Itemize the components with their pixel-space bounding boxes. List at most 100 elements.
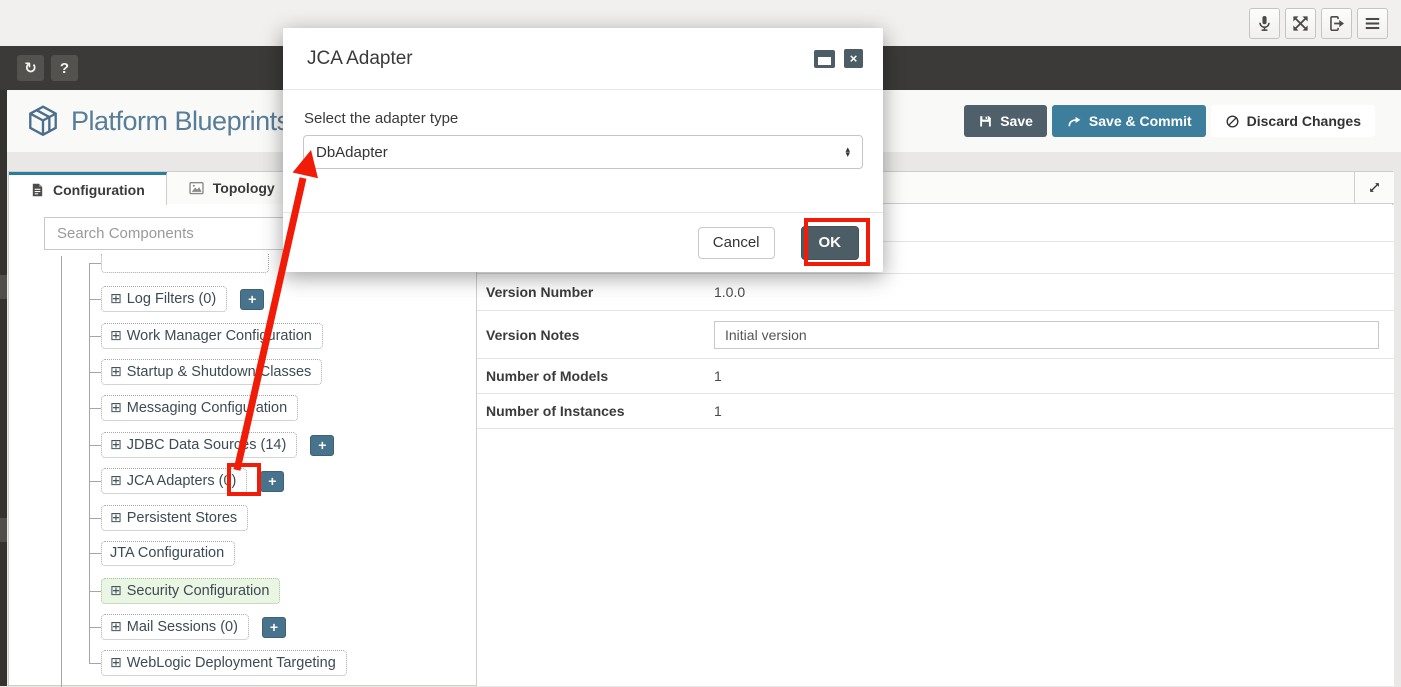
collapsed-sidebar-strip[interactable] <box>0 90 7 686</box>
tree-item-log-filters[interactable]: ⊞ Log Filters (0) + <box>89 286 265 312</box>
tree-trunk-line <box>61 256 62 687</box>
fullscreen-icon <box>1293 15 1308 31</box>
adapter-type-selected-value: DbAdapter <box>316 143 388 161</box>
tab-topology[interactable]: Topology <box>166 172 297 204</box>
tab-topology-label: Topology <box>212 180 275 196</box>
tree-item-box[interactable]: ⊞ WebLogic Deployment Targeting <box>101 650 347 676</box>
expand-box-icon: ⊞ <box>110 327 122 343</box>
field-label: Version Number <box>486 284 594 300</box>
tree-item-box[interactable]: ⊞ Mail Sessions (0) <box>101 614 249 640</box>
add-log-filter-button[interactable]: + <box>240 288 265 310</box>
discard-icon <box>1226 115 1239 127</box>
tree-item-jdbc-data-sources[interactable]: ⊞ JDBC Data Sources (14) + <box>89 432 335 458</box>
expand-box-icon: ⊞ <box>110 509 122 525</box>
detail-row-number-of-models: Number of Models 1 <box>477 359 1394 394</box>
expand-box-icon: ⊞ <box>110 290 122 306</box>
tree-item-box[interactable]: ⊞ JCA Adapters (0) <box>101 468 248 494</box>
save-commit-button-label: Save & Commit <box>1088 113 1192 129</box>
tree-item-box[interactable]: ⊞ Work Manager Configuration <box>101 323 323 349</box>
tree-connector <box>89 263 101 264</box>
cancel-button[interactable]: Cancel <box>697 226 775 259</box>
field-label: Version Notes <box>486 326 580 343</box>
details-panel: Version Number 1.0.0 Version Notes Numbe… <box>477 205 1394 686</box>
maximize-window-icon[interactable] <box>814 49 835 68</box>
tree-item-jta-configuration[interactable]: JTA Configuration <box>89 541 236 566</box>
tree-connector <box>89 480 101 482</box>
tree-item-work-manager-configuration[interactable]: ⊞ Work Manager Configuration <box>89 323 323 349</box>
header-actions: Save Save & Commit Discard Changes <box>959 105 1375 137</box>
tree-item-box-selected[interactable]: ⊞ Security Configuration <box>101 578 281 604</box>
discard-changes-button[interactable]: Discard Changes <box>1210 105 1375 137</box>
field-label: Number of Models <box>486 368 609 384</box>
tree-item-security-configuration[interactable]: ⊞ Security Configuration <box>89 578 281 604</box>
tree-connector <box>89 444 101 446</box>
field-value: 1 <box>714 368 722 384</box>
tree-item-clipped[interactable]: ▾ <box>89 254 290 273</box>
image-icon <box>189 181 204 194</box>
expand-diagonal-icon <box>1370 183 1379 192</box>
save-commit-button[interactable]: Save & Commit <box>1051 105 1206 137</box>
tree-item-box[interactable] <box>101 254 269 273</box>
tab-configuration[interactable]: Configuration <box>9 172 167 205</box>
dialog-footer: Cancel OK <box>283 212 883 272</box>
ok-button[interactable]: OK <box>800 225 859 260</box>
add-jdbc-data-source-button[interactable]: + <box>310 434 335 456</box>
expand-box-icon: ⊞ <box>110 363 122 379</box>
fullscreen-button[interactable] <box>1285 7 1316 39</box>
blueprint-cube-icon <box>29 105 57 137</box>
tree-item-mail-sessions[interactable]: ⊞ Mail Sessions (0) + <box>89 614 286 640</box>
close-icon[interactable]: × <box>844 49 863 68</box>
tree-item-startup-shutdown-classes[interactable]: ⊞ Startup & Shutdown Classes <box>89 359 323 385</box>
expand-box-icon: ⊞ <box>110 654 122 670</box>
tree-connector <box>89 407 101 409</box>
version-notes-input[interactable] <box>714 320 1379 349</box>
field-label: Number of Instances <box>486 403 625 419</box>
expand-box-icon: ⊞ <box>110 618 122 634</box>
tree-item-box[interactable]: ⊞ Log Filters (0) <box>101 286 228 312</box>
commit-arrow-icon <box>1068 116 1081 126</box>
tab-configuration-label: Configuration <box>53 182 145 198</box>
page-title: Platform Blueprints <box>71 105 290 136</box>
expand-box-icon: ⊞ <box>110 472 122 488</box>
tree-item-box[interactable]: ⊞ Messaging Configuration <box>101 395 299 421</box>
expand-panel-button[interactable] <box>1354 172 1394 203</box>
microphone-button[interactable] <box>1249 7 1280 39</box>
field-value: 1 <box>714 403 722 419</box>
tree-connector <box>89 553 101 554</box>
dialog-header: JCA Adapter × <box>283 28 883 90</box>
page: ↻ ? Platform Blueprints > SOA <box>0 0 1401 687</box>
adapter-type-select[interactable]: DbAdapter ▴ ▾ <box>303 135 863 169</box>
help-button[interactable]: ? <box>51 55 78 81</box>
sign-out-button[interactable] <box>1321 7 1352 39</box>
sign-out-icon <box>1330 15 1345 31</box>
select-arrows-icon: ▴ ▾ <box>845 144 850 159</box>
tree-item-messaging-configuration[interactable]: ⊞ Messaging Configuration <box>89 395 299 421</box>
tree-item-box[interactable]: ⊞ Persistent Stores <box>101 505 249 531</box>
sidebar-strip-notch <box>0 518 7 542</box>
tree-item-persistent-stores[interactable]: ⊞ Persistent Stores <box>89 505 249 531</box>
expand-box-icon: ⊞ <box>110 436 122 452</box>
dialog-title: JCA Adapter <box>307 47 413 69</box>
tree-connector <box>89 662 101 664</box>
tree-item-box[interactable]: JTA Configuration <box>101 541 236 566</box>
detail-row-number-of-instances: Number of Instances 1 <box>477 394 1394 429</box>
menu-button[interactable] <box>1357 7 1388 39</box>
tree-connector <box>89 371 101 373</box>
microphone-icon <box>1259 15 1270 31</box>
save-button-label: Save <box>1000 113 1033 129</box>
document-icon <box>32 183 43 197</box>
tree-item-box[interactable]: ⊞ JDBC Data Sources (14) <box>101 432 298 458</box>
tree-item-weblogic-deployment-targeting[interactable]: ⊞ WebLogic Deployment Targeting <box>89 650 347 676</box>
save-icon <box>980 115 992 126</box>
sidebar-strip-notch <box>0 275 7 299</box>
save-button[interactable]: Save <box>964 105 1047 137</box>
help-icon: ? <box>59 59 70 77</box>
tree-connector <box>89 335 101 337</box>
jca-adapter-dialog: JCA Adapter × Select the adapter type Db… <box>283 28 883 272</box>
refresh-button[interactable]: ↻ <box>17 55 44 81</box>
add-jca-adapter-button[interactable]: + <box>260 470 285 492</box>
add-mail-session-button[interactable]: + <box>261 616 286 638</box>
tree-item-jca-adapters[interactable]: ⊞ JCA Adapters (0) + <box>89 468 285 494</box>
field-value: 1.0.0 <box>714 284 746 300</box>
tree-item-box[interactable]: ⊞ Startup & Shutdown Classes <box>101 359 323 385</box>
